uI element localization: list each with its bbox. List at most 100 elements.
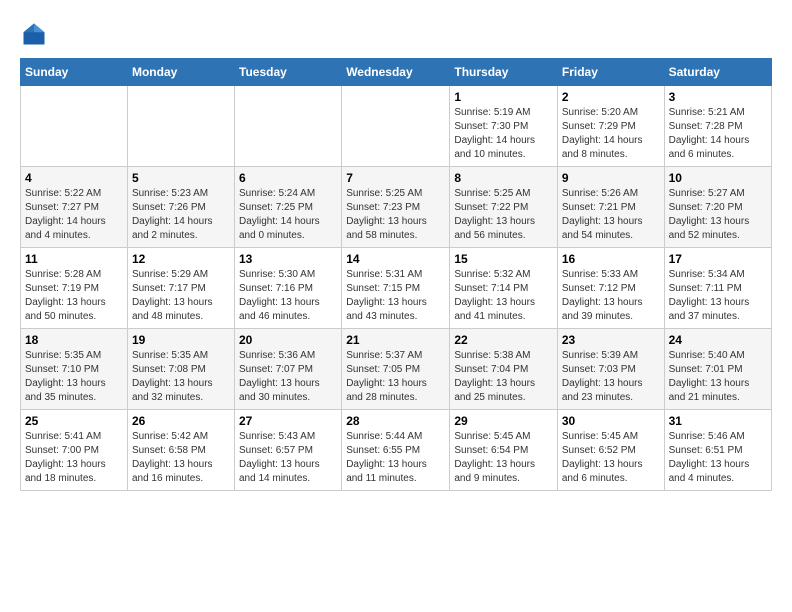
day-info: Sunrise: 5:27 AM Sunset: 7:20 PM Dayligh… bbox=[669, 187, 767, 243]
day-number: 7 bbox=[346, 171, 445, 185]
day-info: Sunrise: 5:35 AM Sunset: 7:08 PM Dayligh… bbox=[132, 349, 230, 405]
day-info: Sunrise: 5:33 AM Sunset: 7:12 PM Dayligh… bbox=[562, 268, 660, 324]
day-info: Sunrise: 5:25 AM Sunset: 7:22 PM Dayligh… bbox=[454, 187, 553, 243]
calendar-cell: 28Sunrise: 5:44 AM Sunset: 6:55 PM Dayli… bbox=[342, 410, 450, 491]
day-number: 12 bbox=[132, 252, 230, 266]
day-number: 4 bbox=[25, 171, 123, 185]
day-info: Sunrise: 5:41 AM Sunset: 7:00 PM Dayligh… bbox=[25, 430, 123, 486]
calendar-cell: 31Sunrise: 5:46 AM Sunset: 6:51 PM Dayli… bbox=[664, 410, 771, 491]
day-number: 22 bbox=[454, 333, 553, 347]
calendar-cell: 19 Sunrise: 5:35 AM Sunset: 7:08 PM Dayli… bbox=[127, 329, 234, 410]
logo bbox=[20, 20, 52, 48]
calendar-cell: 30 Sunrise: 5:45 AM Sunset: 6:52 PM Dayli… bbox=[557, 410, 664, 491]
calendar-table: SundayMondayTuesdayWednesdayThursdayFrid… bbox=[20, 58, 772, 491]
weekday-header: Saturday bbox=[664, 59, 771, 86]
calendar-body: 1 Sunrise: 5:19 AM Sunset: 7:30 PM Daylig… bbox=[21, 86, 772, 491]
calendar-week-row: 18 Sunrise: 5:35 AM Sunset: 7:10 PM Dayli… bbox=[21, 329, 772, 410]
calendar-cell: 16Sunrise: 5:33 AM Sunset: 7:12 PM Dayli… bbox=[557, 248, 664, 329]
calendar-cell: 24 Sunrise: 5:40 AM Sunset: 7:01 PM Dayli… bbox=[664, 329, 771, 410]
day-number: 9 bbox=[562, 171, 660, 185]
day-number: 26 bbox=[132, 414, 230, 428]
weekday-header: Wednesday bbox=[342, 59, 450, 86]
day-info: Sunrise: 5:39 AM Sunset: 7:03 PM Dayligh… bbox=[562, 349, 660, 405]
calendar-week-row: 25 Sunrise: 5:41 AM Sunset: 7:00 PM Dayli… bbox=[21, 410, 772, 491]
day-info: Sunrise: 5:23 AM Sunset: 7:26 PM Dayligh… bbox=[132, 187, 230, 243]
calendar-cell: 8 Sunrise: 5:25 AM Sunset: 7:22 PM Daylig… bbox=[450, 167, 558, 248]
weekday-header: Thursday bbox=[450, 59, 558, 86]
day-info: Sunrise: 5:31 AM Sunset: 7:15 PM Dayligh… bbox=[346, 268, 445, 324]
calendar-cell: 4 Sunrise: 5:22 AM Sunset: 7:27 PM Daylig… bbox=[21, 167, 128, 248]
day-number: 25 bbox=[25, 414, 123, 428]
day-number: 1 bbox=[454, 90, 553, 104]
day-number: 19 bbox=[132, 333, 230, 347]
calendar-cell: 29Sunrise: 5:45 AM Sunset: 6:54 PM Dayli… bbox=[450, 410, 558, 491]
day-info: Sunrise: 5:21 AM Sunset: 7:28 PM Dayligh… bbox=[669, 106, 767, 162]
day-number: 18 bbox=[25, 333, 123, 347]
calendar-cell: 11 Sunrise: 5:28 AM Sunset: 7:19 PM Dayli… bbox=[21, 248, 128, 329]
day-info: Sunrise: 5:35 AM Sunset: 7:10 PM Dayligh… bbox=[25, 349, 123, 405]
day-number: 30 bbox=[562, 414, 660, 428]
day-info: Sunrise: 5:32 AM Sunset: 7:14 PM Dayligh… bbox=[454, 268, 553, 324]
weekday-header: Sunday bbox=[21, 59, 128, 86]
weekday-row: SundayMondayTuesdayWednesdayThursdayFrid… bbox=[21, 59, 772, 86]
calendar-header: SundayMondayTuesdayWednesdayThursdayFrid… bbox=[21, 59, 772, 86]
day-info: Sunrise: 5:42 AM Sunset: 6:58 PM Dayligh… bbox=[132, 430, 230, 486]
day-number: 27 bbox=[239, 414, 337, 428]
day-number: 23 bbox=[562, 333, 660, 347]
day-info: Sunrise: 5:34 AM Sunset: 7:11 PM Dayligh… bbox=[669, 268, 767, 324]
day-number: 14 bbox=[346, 252, 445, 266]
day-number: 28 bbox=[346, 414, 445, 428]
calendar-cell: 15Sunrise: 5:32 AM Sunset: 7:14 PM Dayli… bbox=[450, 248, 558, 329]
calendar-week-row: 1 Sunrise: 5:19 AM Sunset: 7:30 PM Daylig… bbox=[21, 86, 772, 167]
day-number: 5 bbox=[132, 171, 230, 185]
day-info: Sunrise: 5:43 AM Sunset: 6:57 PM Dayligh… bbox=[239, 430, 337, 486]
day-number: 2 bbox=[562, 90, 660, 104]
calendar-cell: 9 Sunrise: 5:26 AM Sunset: 7:21 PM Daylig… bbox=[557, 167, 664, 248]
day-number: 11 bbox=[25, 252, 123, 266]
calendar-cell: 25 Sunrise: 5:41 AM Sunset: 7:00 PM Dayli… bbox=[21, 410, 128, 491]
day-number: 20 bbox=[239, 333, 337, 347]
day-info: Sunrise: 5:46 AM Sunset: 6:51 PM Dayligh… bbox=[669, 430, 767, 486]
calendar-cell: 20Sunrise: 5:36 AM Sunset: 7:07 PM Dayli… bbox=[235, 329, 342, 410]
calendar-cell: 1 Sunrise: 5:19 AM Sunset: 7:30 PM Daylig… bbox=[450, 86, 558, 167]
calendar-cell: 21Sunrise: 5:37 AM Sunset: 7:05 PM Dayli… bbox=[342, 329, 450, 410]
calendar-cell: 17Sunrise: 5:34 AM Sunset: 7:11 PM Dayli… bbox=[664, 248, 771, 329]
day-number: 8 bbox=[454, 171, 553, 185]
day-number: 24 bbox=[669, 333, 767, 347]
calendar-cell: 12Sunrise: 5:29 AM Sunset: 7:17 PM Dayli… bbox=[127, 248, 234, 329]
day-info: Sunrise: 5:24 AM Sunset: 7:25 PM Dayligh… bbox=[239, 187, 337, 243]
weekday-header: Monday bbox=[127, 59, 234, 86]
calendar-cell bbox=[127, 86, 234, 167]
day-number: 10 bbox=[669, 171, 767, 185]
calendar-cell: 7 Sunrise: 5:25 AM Sunset: 7:23 PM Daylig… bbox=[342, 167, 450, 248]
day-info: Sunrise: 5:38 AM Sunset: 7:04 PM Dayligh… bbox=[454, 349, 553, 405]
day-info: Sunrise: 5:28 AM Sunset: 7:19 PM Dayligh… bbox=[25, 268, 123, 324]
day-number: 29 bbox=[454, 414, 553, 428]
calendar-cell: 5 Sunrise: 5:23 AM Sunset: 7:26 PM Daylig… bbox=[127, 167, 234, 248]
calendar-cell: 27 Sunrise: 5:43 AM Sunset: 6:57 PM Dayli… bbox=[235, 410, 342, 491]
day-info: Sunrise: 5:22 AM Sunset: 7:27 PM Dayligh… bbox=[25, 187, 123, 243]
calendar-cell bbox=[235, 86, 342, 167]
page-header bbox=[20, 20, 772, 48]
day-info: Sunrise: 5:19 AM Sunset: 7:30 PM Dayligh… bbox=[454, 106, 553, 162]
logo-icon bbox=[20, 20, 48, 48]
calendar-cell: 2 Sunrise: 5:20 AM Sunset: 7:29 PM Daylig… bbox=[557, 86, 664, 167]
day-number: 6 bbox=[239, 171, 337, 185]
day-info: Sunrise: 5:45 AM Sunset: 6:52 PM Dayligh… bbox=[562, 430, 660, 486]
weekday-header: Tuesday bbox=[235, 59, 342, 86]
calendar-cell: 10 Sunrise: 5:27 AM Sunset: 7:20 PM Dayli… bbox=[664, 167, 771, 248]
calendar-cell: 14 Sunrise: 5:31 AM Sunset: 7:15 PM Dayli… bbox=[342, 248, 450, 329]
calendar-cell: 18 Sunrise: 5:35 AM Sunset: 7:10 PM Dayli… bbox=[21, 329, 128, 410]
calendar-cell: 6 Sunrise: 5:24 AM Sunset: 7:25 PM Daylig… bbox=[235, 167, 342, 248]
calendar-cell: 3Sunrise: 5:21 AM Sunset: 7:28 PM Daylig… bbox=[664, 86, 771, 167]
weekday-header: Friday bbox=[557, 59, 664, 86]
calendar-cell: 23 Sunrise: 5:39 AM Sunset: 7:03 PM Dayli… bbox=[557, 329, 664, 410]
day-info: Sunrise: 5:26 AM Sunset: 7:21 PM Dayligh… bbox=[562, 187, 660, 243]
day-info: Sunrise: 5:20 AM Sunset: 7:29 PM Dayligh… bbox=[562, 106, 660, 162]
day-info: Sunrise: 5:40 AM Sunset: 7:01 PM Dayligh… bbox=[669, 349, 767, 405]
calendar-week-row: 4 Sunrise: 5:22 AM Sunset: 7:27 PM Daylig… bbox=[21, 167, 772, 248]
day-info: Sunrise: 5:37 AM Sunset: 7:05 PM Dayligh… bbox=[346, 349, 445, 405]
day-info: Sunrise: 5:25 AM Sunset: 7:23 PM Dayligh… bbox=[346, 187, 445, 243]
day-number: 13 bbox=[239, 252, 337, 266]
calendar-cell bbox=[342, 86, 450, 167]
